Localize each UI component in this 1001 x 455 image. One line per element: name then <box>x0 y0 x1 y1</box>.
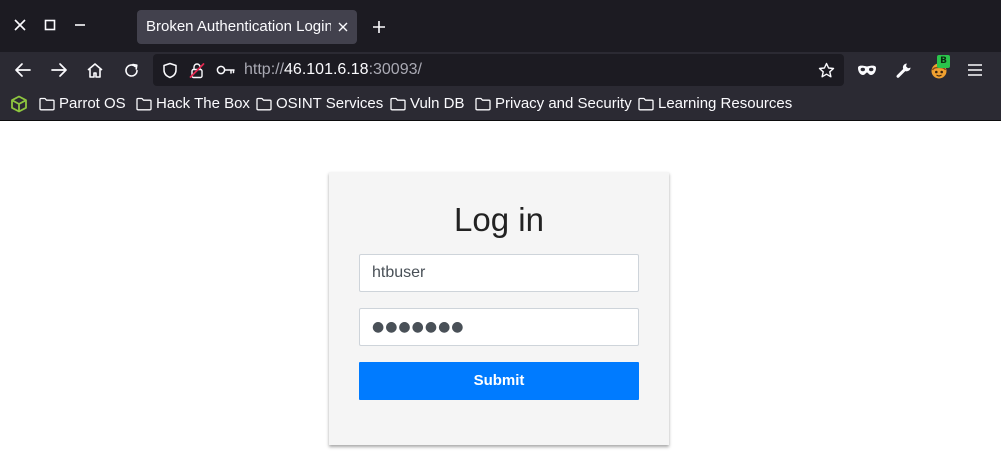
folder-icon <box>638 97 654 111</box>
arrow-right-icon <box>51 63 67 77</box>
bookmark-parrot-os[interactable]: Parrot OS <box>39 94 126 114</box>
site-security-button[interactable] <box>188 61 206 79</box>
navigation-toolbar: http://46.101.6.18:30093/ B <box>0 52 1001 88</box>
saved-logins-button[interactable] <box>215 61 237 79</box>
address-bar[interactable]: http://46.101.6.18:30093/ <box>153 54 844 86</box>
insecure-lock-icon <box>189 62 205 78</box>
close-window-button[interactable] <box>9 14 31 36</box>
password-field[interactable]: ●●●●●●● <box>359 308 639 346</box>
application-menu-button[interactable] <box>963 58 987 82</box>
bookmarks-toolbar: Parrot OS Hack The Box OSINT Services Vu… <box>0 88 1001 121</box>
username-field[interactable]: htbuser <box>359 254 639 292</box>
folder-icon <box>256 97 272 111</box>
login-card: Log in htbuser ●●●●●●● Submit <box>329 172 669 445</box>
reload-icon <box>124 63 138 77</box>
private-browsing-indicator[interactable] <box>855 58 879 82</box>
star-icon <box>818 62 834 77</box>
tracking-protection-button[interactable] <box>161 61 179 79</box>
home-icon <box>87 62 103 78</box>
bookmark-osint-services[interactable]: OSINT Services <box>256 94 383 114</box>
mask-icon <box>858 65 876 75</box>
url-port-path: :30093/ <box>368 61 422 78</box>
close-icon <box>14 19 26 31</box>
url-host: 46.101.6.18 <box>284 61 369 78</box>
bookmark-label: Privacy and Security <box>495 95 632 112</box>
bookmark-privacy-and-security[interactable]: Privacy and Security <box>475 94 632 114</box>
url-scheme: http:// <box>244 61 285 78</box>
bookmark-label: Hack The Box <box>156 95 250 112</box>
tools-button[interactable] <box>891 58 915 82</box>
minimize-window-button[interactable] <box>69 14 91 36</box>
minimize-icon <box>75 24 85 26</box>
username-value: htbuser <box>372 264 426 281</box>
new-tab-button[interactable] <box>368 16 390 38</box>
wrench-icon <box>896 63 911 78</box>
tab-close-button[interactable] <box>335 19 351 35</box>
bookmark-label: Learning Resources <box>658 95 793 112</box>
tab-title: Broken Authentication Login <box>146 18 331 35</box>
parrot-apps-button[interactable] <box>10 95 28 113</box>
folder-icon <box>39 97 55 111</box>
folder-icon <box>136 97 152 111</box>
url-text[interactable]: http://46.101.6.18:30093/ <box>244 61 422 79</box>
folder-icon <box>475 97 491 111</box>
tab-broken-authentication-login[interactable]: Broken Authentication Login <box>137 10 357 44</box>
home-button[interactable] <box>83 58 107 82</box>
plus-icon <box>373 21 385 33</box>
maximize-window-button[interactable] <box>39 14 61 36</box>
submit-button[interactable]: Submit <box>359 362 639 400</box>
maximize-icon <box>44 19 56 31</box>
bookmark-hack-the-box[interactable]: Hack The Box <box>136 94 250 114</box>
hamburger-icon <box>968 64 982 76</box>
bookmark-learning-resources[interactable]: Learning Resources <box>638 94 792 114</box>
forward-button[interactable] <box>47 58 71 82</box>
key-icon <box>216 65 235 75</box>
password-mask: ●●●●●●● <box>372 319 465 335</box>
bookmark-page-button[interactable] <box>817 61 835 79</box>
bookmark-vuln-db[interactable]: Vuln DB <box>390 94 464 114</box>
browser-title-bar: Broken Authentication Login <box>0 0 1001 52</box>
cube-icon <box>11 95 27 113</box>
bookmark-label: OSINT Services <box>276 95 384 112</box>
arrow-left-icon <box>15 63 31 77</box>
folder-icon <box>390 97 406 111</box>
bookmark-label: Vuln DB <box>410 95 465 112</box>
bookmark-label: Parrot OS <box>59 95 126 112</box>
login-title: Log in <box>454 201 544 238</box>
extension-badge: B <box>937 55 950 68</box>
close-icon <box>338 22 348 32</box>
shield-icon <box>163 62 177 78</box>
back-button[interactable] <box>11 58 35 82</box>
reload-button[interactable] <box>119 58 143 82</box>
